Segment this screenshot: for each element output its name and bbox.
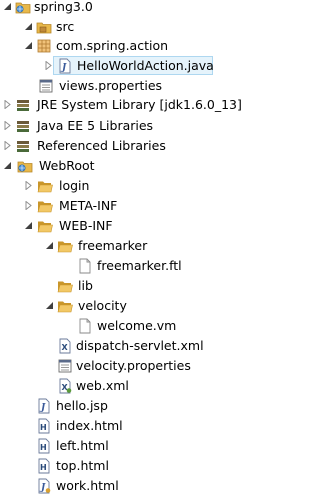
svg-text:H: H bbox=[40, 463, 47, 472]
tree-node-webroot[interactable]: WebRoot bbox=[0, 156, 298, 176]
expanded-arrow-icon[interactable] bbox=[46, 241, 54, 250]
tree-node-label: JRE System Library [jdk1.6.0_13] bbox=[37, 97, 242, 112]
xml-file-icon: X bbox=[57, 378, 73, 394]
tree-node-velocity[interactable]: velocity bbox=[0, 296, 298, 316]
tree-node-freemarker-ftl[interactable]: freemarker.ftl bbox=[0, 256, 298, 276]
tree-node-label: login bbox=[59, 178, 90, 193]
svg-text:J: J bbox=[39, 403, 46, 413]
tree-node-left-html[interactable]: H left.html bbox=[0, 436, 298, 456]
expanded-arrow-icon[interactable] bbox=[4, 2, 12, 11]
svg-text:J: J bbox=[60, 63, 67, 73]
expanded-arrow-icon[interactable] bbox=[46, 301, 54, 310]
tree-node-label: HelloWorldAction.java bbox=[77, 58, 214, 73]
tree-node-label: velocity.properties bbox=[76, 358, 191, 373]
tree-node-welcome-vm[interactable]: welcome.vm bbox=[0, 316, 298, 336]
tree-node-label: top.html bbox=[56, 458, 109, 473]
tree-node-web-xml[interactable]: X web.xml bbox=[0, 376, 298, 396]
folder-icon bbox=[37, 198, 53, 214]
collapsed-arrow-icon[interactable] bbox=[25, 201, 33, 210]
tree-node-project[interactable]: spring3.0 bbox=[0, 0, 298, 17]
folder-icon bbox=[57, 238, 73, 254]
tree-node-lib[interactable]: lib bbox=[0, 276, 298, 296]
svg-text:H: H bbox=[40, 423, 47, 432]
tree-node-package[interactable]: com.spring.action bbox=[0, 36, 298, 56]
properties-file-icon bbox=[57, 358, 73, 374]
html-file-icon: H bbox=[36, 438, 52, 454]
tree-node-label: dispatch-servlet.xml bbox=[76, 338, 204, 353]
tree-node-web-inf[interactable]: WEB-INF bbox=[0, 216, 298, 236]
tree-node-jre-library[interactable]: JRE System Library [jdk1.6.0_13] bbox=[0, 95, 298, 115]
tree-node-javaee-libraries[interactable]: Java EE 5 Libraries bbox=[0, 116, 298, 136]
file-icon bbox=[77, 318, 93, 334]
expanded-arrow-icon[interactable] bbox=[25, 41, 33, 50]
expanded-arrow-icon[interactable] bbox=[25, 221, 33, 230]
tree-node-label: Referenced Libraries bbox=[37, 138, 166, 153]
collapsed-arrow-icon[interactable] bbox=[25, 181, 33, 190]
tree-node-label: WebRoot bbox=[39, 158, 95, 173]
tree-node-label: Java EE 5 Libraries bbox=[37, 118, 154, 133]
tree-node-login[interactable]: login bbox=[0, 176, 298, 196]
expanded-arrow-icon[interactable] bbox=[25, 22, 33, 31]
tree-node-label: spring3.0 bbox=[34, 0, 93, 14]
tree-node-label: hello.jsp bbox=[56, 398, 108, 413]
tree-node-views-properties[interactable]: views.properties bbox=[0, 76, 298, 96]
tree-node-label: views.properties bbox=[59, 78, 163, 93]
library-icon bbox=[15, 118, 31, 134]
file-icon bbox=[77, 258, 93, 274]
properties-file-icon bbox=[38, 78, 54, 94]
collapsed-arrow-icon[interactable] bbox=[4, 121, 12, 130]
package-icon bbox=[36, 38, 52, 54]
collapsed-arrow-icon[interactable] bbox=[45, 61, 53, 70]
tree-node-label: lib bbox=[78, 278, 93, 293]
library-icon bbox=[15, 138, 31, 154]
jsp-file-icon: J bbox=[36, 398, 52, 414]
folder-icon bbox=[57, 278, 73, 294]
tree-node-label: META-INF bbox=[59, 198, 118, 213]
tree-node-label: com.spring.action bbox=[56, 38, 169, 53]
tree-node-freemarker[interactable]: freemarker bbox=[0, 236, 298, 256]
tree-node-label: WEB-INF bbox=[59, 218, 113, 233]
tree-node-label: work.html bbox=[56, 478, 119, 493]
tree-node-index-html[interactable]: H index.html bbox=[0, 416, 298, 436]
tree-node-meta-inf[interactable]: META-INF bbox=[0, 196, 298, 216]
tree-node-label: src bbox=[56, 19, 75, 34]
tree-node-label: index.html bbox=[56, 418, 123, 433]
collapsed-arrow-icon[interactable] bbox=[4, 100, 12, 109]
tree-node-src[interactable]: src bbox=[0, 17, 298, 37]
tree-node-label: velocity bbox=[78, 298, 127, 313]
folder-icon bbox=[37, 178, 53, 194]
tree-node-hello-world-action[interactable]: J HelloWorldAction.java bbox=[0, 56, 298, 76]
collapsed-arrow-icon[interactable] bbox=[4, 141, 12, 150]
java-file-icon: J bbox=[57, 58, 73, 74]
web-folder-icon bbox=[17, 158, 33, 174]
folder-icon bbox=[57, 298, 73, 314]
folder-icon bbox=[37, 218, 53, 234]
tree-node-label: freemarker.ftl bbox=[97, 258, 182, 273]
library-icon bbox=[15, 97, 31, 113]
tree-node-label: welcome.vm bbox=[97, 318, 177, 333]
tree-node-hello-jsp[interactable]: J hello.jsp bbox=[0, 396, 298, 416]
jsp-file-icon: J bbox=[36, 478, 52, 494]
tree-node-label: left.html bbox=[56, 438, 109, 453]
tree-node-label: freemarker bbox=[78, 238, 148, 253]
html-file-icon: H bbox=[36, 458, 52, 474]
tree-node-work-html[interactable]: J work.html bbox=[0, 476, 298, 496]
expanded-arrow-icon[interactable] bbox=[4, 161, 12, 170]
source-folder-icon bbox=[36, 19, 52, 35]
svg-text:H: H bbox=[40, 443, 47, 452]
tree-node-dispatch-servlet[interactable]: X dispatch-servlet.xml bbox=[0, 336, 298, 356]
tree-node-top-html[interactable]: H top.html bbox=[0, 456, 298, 476]
html-file-icon: H bbox=[36, 418, 52, 434]
project-explorer-tree: spring3.0 src com.spring.action J HelloW… bbox=[0, 0, 298, 497]
tree-node-referenced-libraries[interactable]: Referenced Libraries bbox=[0, 136, 298, 156]
svg-text:X: X bbox=[62, 343, 69, 352]
svg-text:J: J bbox=[39, 483, 46, 493]
tree-node-label: web.xml bbox=[76, 378, 129, 393]
web-project-icon bbox=[15, 0, 31, 15]
tree-node-velocity-properties[interactable]: velocity.properties bbox=[0, 356, 298, 376]
xml-file-icon: X bbox=[57, 338, 73, 354]
